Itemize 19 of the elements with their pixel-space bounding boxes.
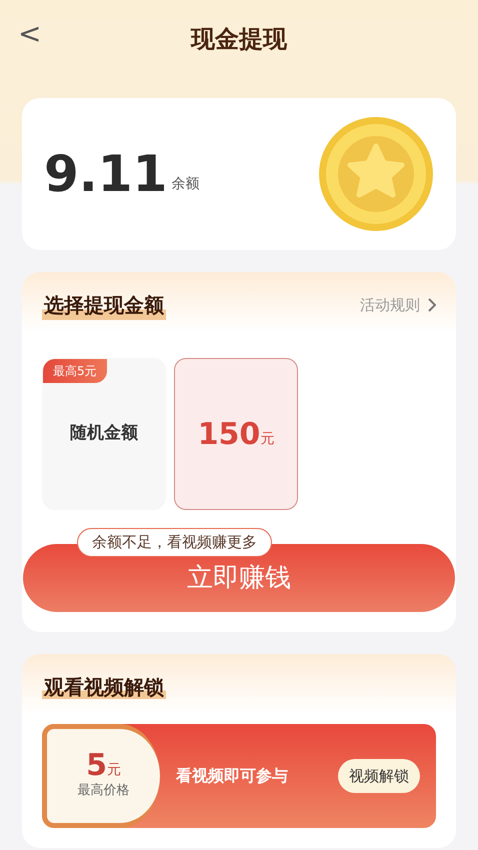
amount-option[interactable]: 150元 [174, 358, 298, 510]
option-amount: 150 [198, 416, 260, 454]
unlock-button[interactable]: 视频解锁 [338, 758, 420, 794]
section-title: 观看视频解锁 [42, 675, 166, 699]
balance-label: 余额 [171, 175, 200, 194]
chevron-right-icon [428, 298, 436, 312]
amount-option[interactable]: 最高5元 随机金额 [42, 358, 166, 510]
option-label: 随机金额 [70, 422, 138, 446]
tip-bubble: 余额不足，看视频赚更多 [77, 528, 272, 556]
unlock-text: 看视频即可参与 [176, 765, 288, 787]
option-unit: 元 [260, 430, 274, 448]
price-amount: 5 [86, 751, 107, 782]
star-coin-icon [318, 116, 434, 232]
balance-amount: 9.11 [44, 149, 168, 199]
price-label: 最高价格 [78, 782, 130, 800]
price-unit: 元 [106, 761, 121, 780]
back-button[interactable]: < [14, 20, 46, 48]
max-amount-badge: 最高5元 [43, 359, 107, 383]
page-title: 现金提现 [191, 24, 287, 55]
